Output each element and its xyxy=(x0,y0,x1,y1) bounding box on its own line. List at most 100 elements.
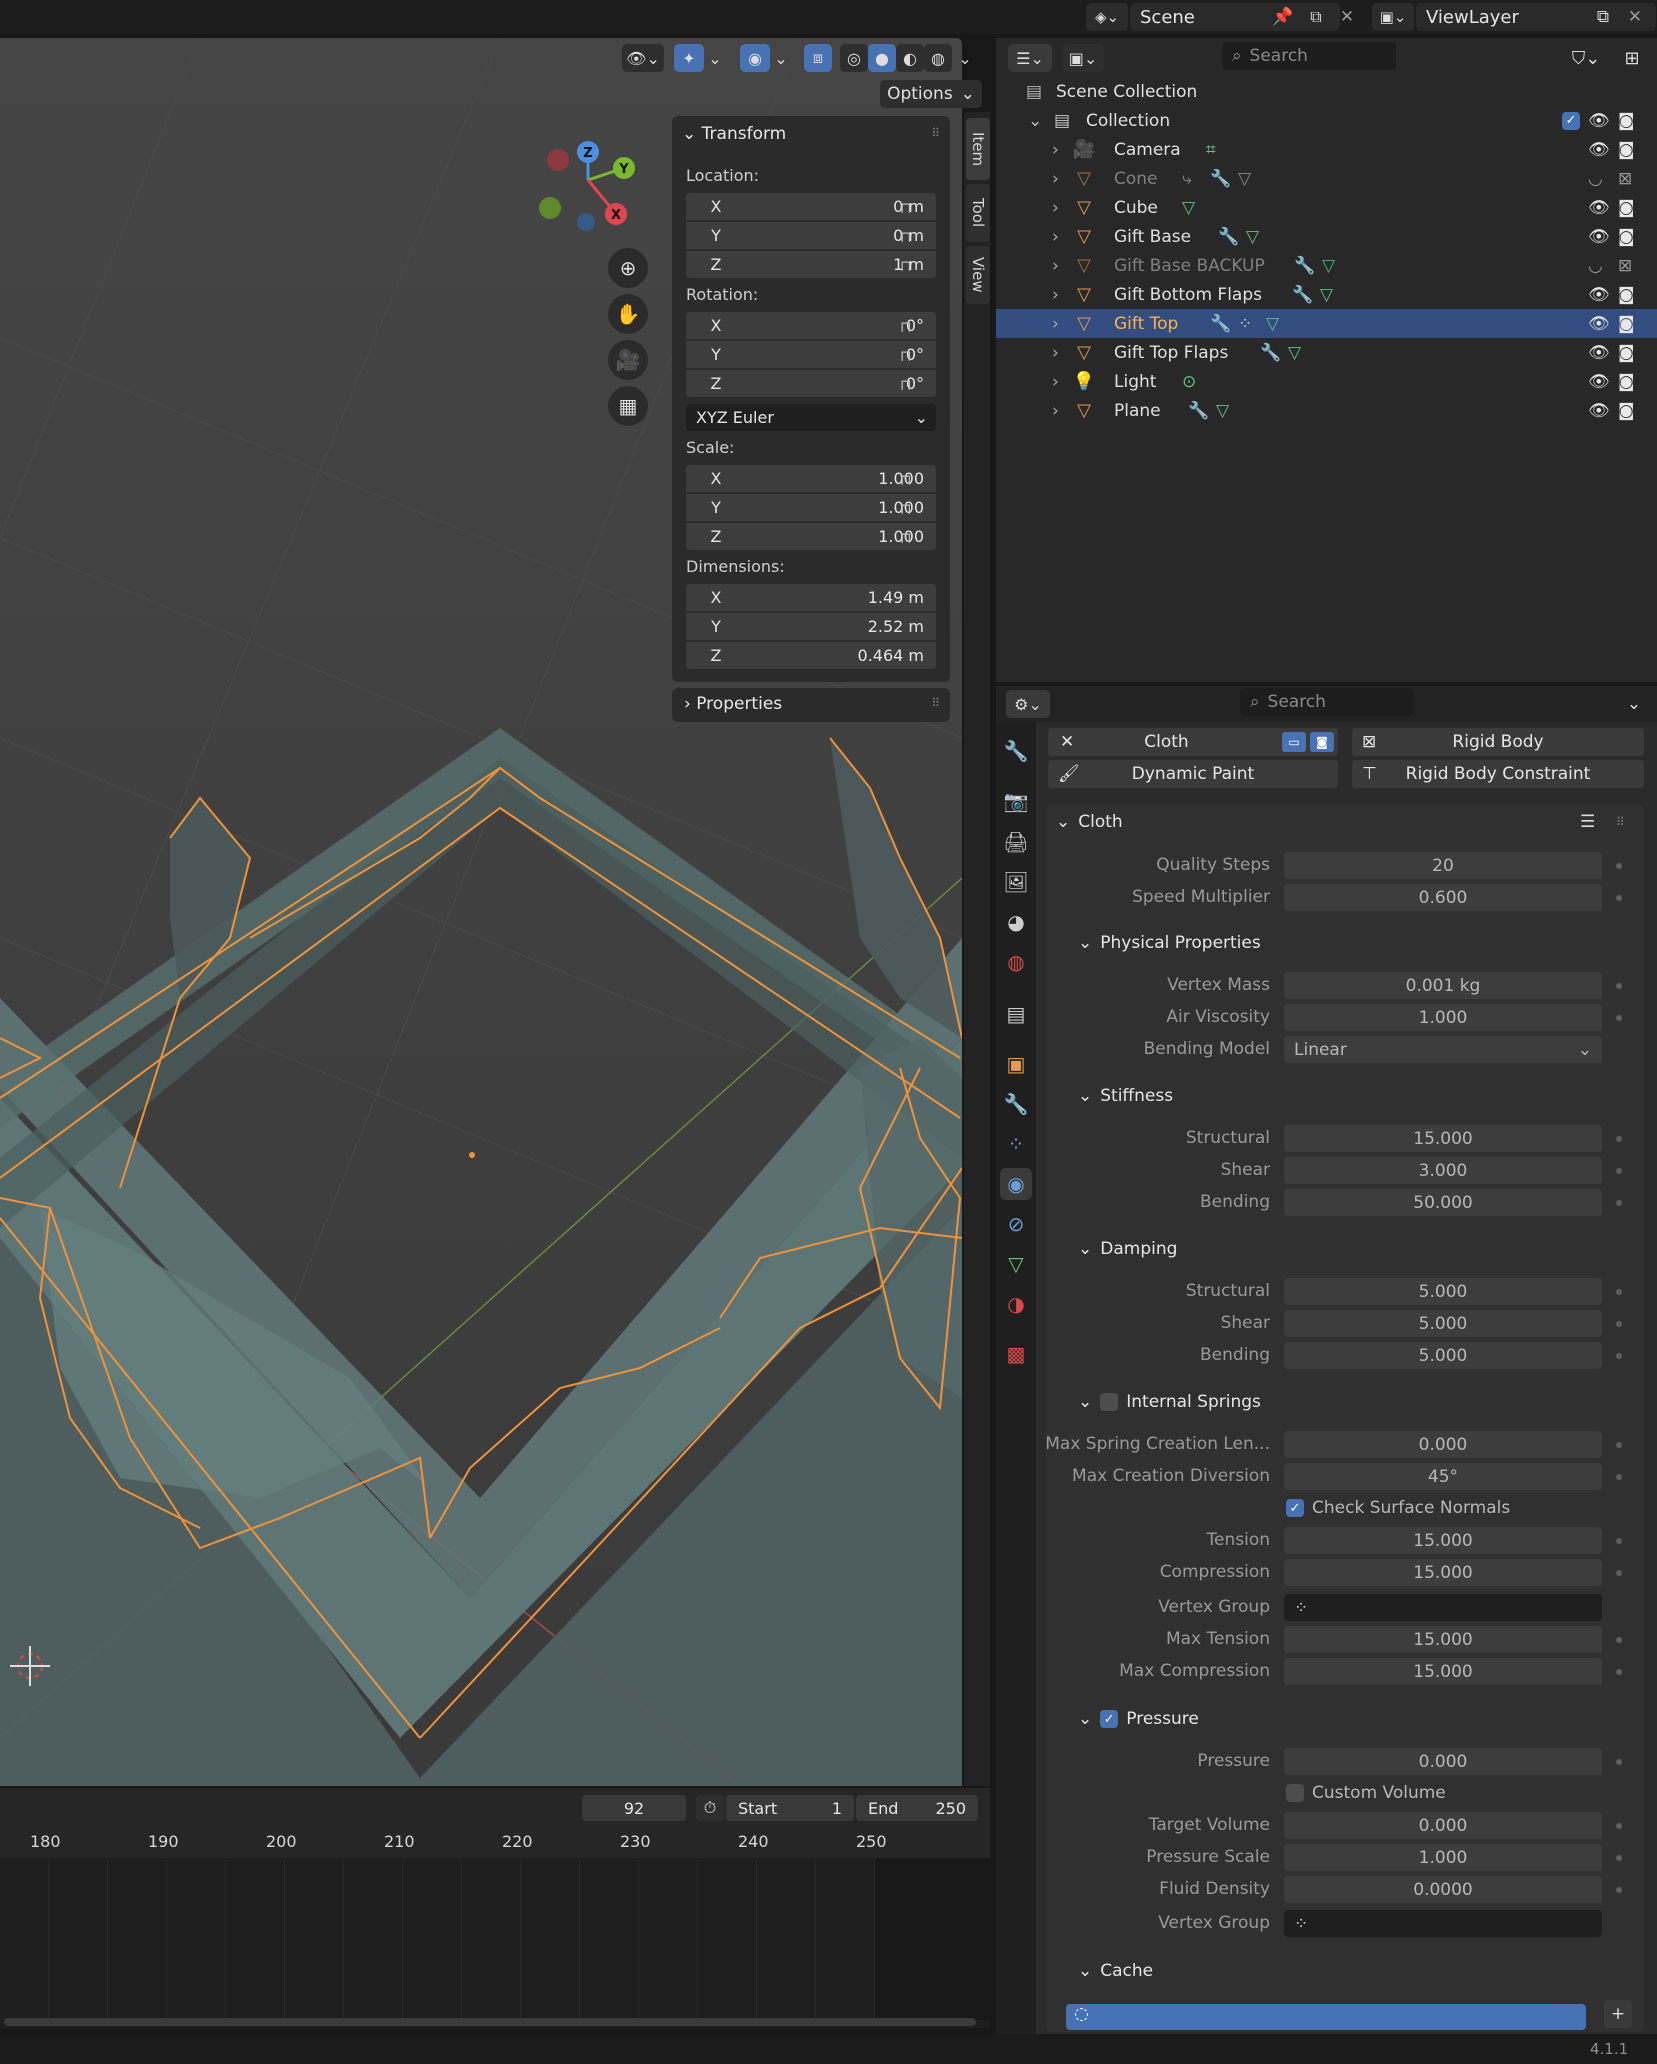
solid-shading-icon[interactable]: ● xyxy=(868,44,896,72)
properties-header[interactable]: › Properties xyxy=(684,694,782,714)
material-tab-icon[interactable]: ◑ xyxy=(1000,1288,1032,1320)
pressure-section-checkbox[interactable]: ✓ xyxy=(1100,1710,1119,1728)
max-compression-field[interactable]: 15.000 xyxy=(1284,1658,1602,1685)
render-camera-icon[interactable]: ◙ xyxy=(1618,227,1635,247)
camera-view-icon[interactable]: 🎥 xyxy=(608,340,648,380)
cache-header[interactable]: ⌄ Cache xyxy=(1064,1956,1644,1986)
render-display-icon[interactable]: ◙ xyxy=(1310,732,1334,752)
animate-property-icon[interactable] xyxy=(1616,1538,1622,1544)
damping-shear-field[interactable]: 5.000 xyxy=(1284,1310,1602,1337)
new-collection-icon[interactable]: ⊞ xyxy=(1618,44,1646,72)
viewport-display-icon[interactable]: ▭ xyxy=(1282,732,1306,752)
physics-tab-icon[interactable]: ◉ xyxy=(1000,1168,1032,1200)
animate-property-icon[interactable] xyxy=(1616,1570,1622,1576)
bending-model-field[interactable]: Linear ⌄ xyxy=(1284,1036,1602,1063)
navigation-gizmo[interactable]: Z Y X xyxy=(532,130,652,240)
close-icon[interactable]: ✕ xyxy=(1060,732,1074,752)
stiffness-header[interactable]: ⌄ Stiffness xyxy=(1064,1081,1644,1111)
target-volume-field[interactable]: 0.000 xyxy=(1284,1812,1602,1839)
animate-property-icon[interactable] xyxy=(1616,863,1622,869)
outliner-item[interactable]: › ▽ Cube ▽ 👁 ◙ xyxy=(996,193,1657,222)
chevron-right-icon[interactable]: › xyxy=(1052,285,1059,305)
mesh-data-icon[interactable]: ▽ xyxy=(1216,401,1229,421)
animate-property-icon[interactable] xyxy=(1616,1200,1622,1206)
gizmo-menu-chevron-icon[interactable]: ⌄ xyxy=(704,44,726,72)
outliner-item[interactable]: › ▽ Cone ⤷ 🔧 ▽ ◡ ⊠ xyxy=(996,164,1657,193)
outliner-item[interactable]: › ▽ Gift Top Flaps 🔧 ▽ 👁 ◙ xyxy=(996,338,1657,367)
animate-property-icon[interactable] xyxy=(1616,1015,1622,1021)
compression-field[interactable]: 15.000 xyxy=(1284,1559,1602,1586)
properties-search-input[interactable]: ⌕ Search xyxy=(1240,688,1414,716)
animate-property-icon[interactable] xyxy=(1616,1855,1622,1861)
tab-tool[interactable]: Tool xyxy=(966,184,990,242)
camera-data-icon[interactable]: ⌗ xyxy=(1206,140,1216,160)
outliner-search-input[interactable]: ⌕ Search xyxy=(1222,42,1396,70)
stiffness-structural-field[interactable]: 15.000 xyxy=(1284,1125,1602,1152)
damping-structural-field[interactable]: 5.000 xyxy=(1284,1278,1602,1305)
mesh-data-icon[interactable]: ▽ xyxy=(1238,169,1251,189)
eye-icon[interactable]: 👁 xyxy=(1588,314,1610,334)
rendered-shading-icon[interactable]: ◍ xyxy=(924,44,952,72)
pan-hand-icon[interactable]: ✋ xyxy=(608,294,648,334)
viewlayer-browse-icon[interactable]: ▣⌄ xyxy=(1372,3,1414,31)
animate-property-icon[interactable] xyxy=(1616,1442,1622,1448)
animate-property-icon[interactable] xyxy=(1616,1321,1622,1327)
stopwatch-icon[interactable]: ⏱ xyxy=(696,1795,724,1821)
pin-icon[interactable]: 📌 xyxy=(1272,6,1294,28)
animate-property-icon[interactable] xyxy=(1616,983,1622,989)
chevron-right-icon[interactable]: › xyxy=(1052,169,1059,189)
properties-subpanel[interactable]: › Properties ⠿ xyxy=(672,688,950,722)
pressure-vertex-group-field[interactable]: ⁘ xyxy=(1284,1910,1602,1937)
scene-browse-icon[interactable]: ◈⌄ xyxy=(1086,3,1128,31)
mesh-data-icon[interactable]: ▽ xyxy=(1182,198,1195,218)
filter-type-icon[interactable]: ▣⌄ xyxy=(1062,44,1104,72)
render-camera-icon[interactable]: ◙ xyxy=(1618,401,1635,421)
eye-closed-icon[interactable]: ◡ xyxy=(1588,256,1603,276)
outliner-item[interactable]: › ▽ Plane 🔧 ▽ 👁 ◙ xyxy=(996,396,1657,425)
location-x-field[interactable]: X0 m xyxy=(686,193,936,220)
tool-tab-icon[interactable]: 🔧 xyxy=(1000,735,1032,767)
modifier-tab-icon[interactable]: 🔧 xyxy=(1000,1088,1032,1120)
editor-type-icon[interactable]: ⚙⌄ xyxy=(1006,690,1050,718)
animate-property-icon[interactable] xyxy=(1616,1474,1622,1480)
render-camera-icon[interactable]: ◙ xyxy=(1618,285,1635,305)
pressure-scale-field[interactable]: 1.000 xyxy=(1284,1844,1602,1871)
visibility-toggle-icon[interactable]: 👁⌄ xyxy=(622,44,664,72)
scale-z-field[interactable]: Z 1.000 xyxy=(686,523,936,550)
wireframe-shading-icon[interactable]: ◎ xyxy=(840,44,868,72)
timeline-area[interactable] xyxy=(0,1828,990,2028)
animate-property-icon[interactable] xyxy=(1616,1759,1622,1765)
eye-icon[interactable]: 👁 xyxy=(1588,227,1610,247)
timeline-scrollbar[interactable] xyxy=(4,2018,976,2026)
tension-field[interactable]: 15.000 xyxy=(1284,1527,1602,1554)
scale-x-field[interactable]: X 1.000 xyxy=(686,465,936,492)
animate-property-icon[interactable] xyxy=(1616,1168,1622,1174)
mesh-data-tab-icon[interactable]: ▽ xyxy=(1000,1248,1032,1280)
vertex-group-icon[interactable]: ⁘ xyxy=(1238,314,1252,334)
location-y-field[interactable]: Y0 m xyxy=(686,222,936,249)
eye-icon[interactable]: 👁 xyxy=(1588,198,1610,218)
options-dropdown[interactable]: Options ⌄ xyxy=(880,80,982,108)
current-frame-field[interactable]: 92 xyxy=(582,1795,686,1821)
outliner-item[interactable]: › 💡 Light ⊙ 👁 ◙ xyxy=(996,367,1657,396)
rotation-mode-select[interactable]: XYZ Euler ⌄ xyxy=(686,404,936,431)
new-viewlayer-icon[interactable]: ⧉ xyxy=(1592,6,1614,28)
render-camera-icon[interactable]: ◙ xyxy=(1618,111,1635,131)
chevron-right-icon[interactable]: › xyxy=(1052,343,1059,363)
pressure-field[interactable]: 0.000 xyxy=(1284,1748,1602,1775)
max-spring-length-field[interactable]: 0.000 xyxy=(1284,1431,1602,1458)
check-surface-normals-checkbox[interactable]: ✓ xyxy=(1286,1499,1304,1517)
add-cache-button[interactable]: + xyxy=(1604,2000,1632,2028)
constraints-tab-icon[interactable]: ⊘ xyxy=(1000,1208,1032,1240)
close-scene-icon[interactable]: ✕ xyxy=(1336,6,1358,28)
chevron-right-icon[interactable]: › xyxy=(1052,401,1059,421)
animate-property-icon[interactable] xyxy=(1616,1669,1622,1675)
overlay-toggle-icon[interactable]: ◉ xyxy=(740,44,770,72)
chevron-right-icon[interactable]: › xyxy=(1052,140,1059,160)
end-frame-field[interactable]: End 250 xyxy=(856,1795,978,1821)
stiffness-bending-field[interactable]: 50.000 xyxy=(1284,1189,1602,1216)
animate-property-icon[interactable] xyxy=(1616,1353,1622,1359)
rigid-body-button[interactable]: ⊠ Rigid Body xyxy=(1352,728,1644,756)
outliner-item[interactable]: › 🎥 Camera ⌗ 👁 ◙ xyxy=(996,135,1657,164)
cache-list-item[interactable]: ◌ xyxy=(1066,2004,1586,2030)
